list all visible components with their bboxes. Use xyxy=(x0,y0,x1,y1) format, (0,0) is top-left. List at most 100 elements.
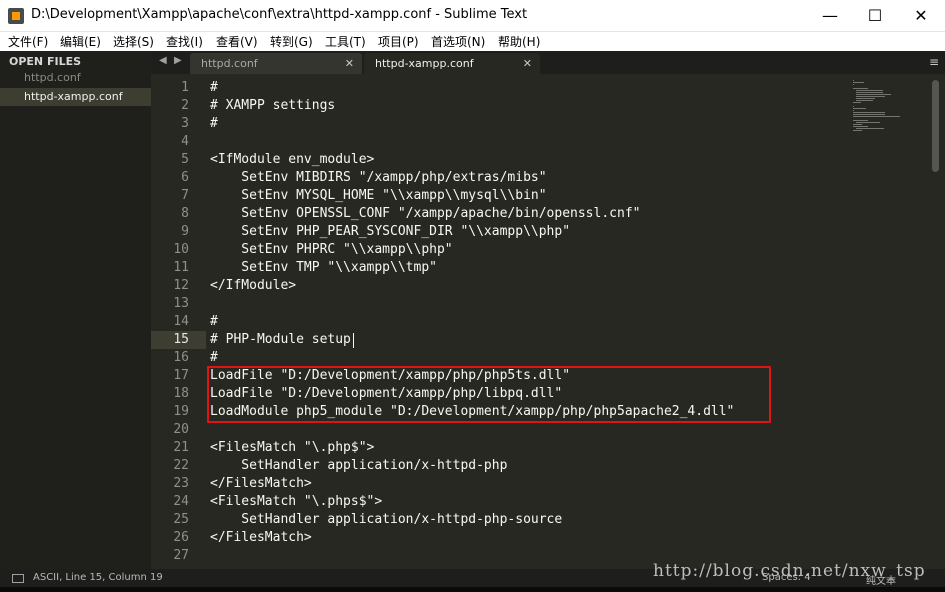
line-number: 7 xyxy=(181,188,189,203)
window-title: D:\Development\Xampp\apache\conf\extra\h… xyxy=(31,7,528,22)
line-number: 2 xyxy=(181,98,189,113)
code-line[interactable]: <FilesMatch "\.phps$"> xyxy=(210,493,382,511)
panel-toggle-icon[interactable] xyxy=(12,574,24,583)
code-line[interactable]: SetEnv OPENSSL_CONF "/xampp/apache/bin/o… xyxy=(210,205,640,223)
code-line[interactable]: # xyxy=(210,349,218,367)
highlight-annotation-box xyxy=(207,366,771,423)
code-line[interactable]: <FilesMatch "\.php$"> xyxy=(210,439,374,457)
line-number: 6 xyxy=(181,170,189,185)
line-number: 3 xyxy=(181,116,189,131)
line-number: 15 xyxy=(173,332,189,347)
line-number: 23 xyxy=(173,476,189,491)
tab-close-icon[interactable]: ✕ xyxy=(345,53,354,74)
tab-httpd-conf[interactable]: httpd.conf ✕ xyxy=(190,53,362,74)
line-number: 26 xyxy=(173,530,189,545)
tab-scroll-right-icon[interactable]: ▶ xyxy=(174,55,182,66)
minimize-button[interactable]: — xyxy=(807,0,853,31)
minimap-line xyxy=(853,84,854,85)
minimap-line xyxy=(855,96,886,97)
minimap-line xyxy=(853,126,869,127)
menu-project[interactable]: 项目(P) xyxy=(378,33,419,50)
code-line[interactable]: # xyxy=(210,313,218,331)
minimap-line xyxy=(853,130,863,131)
title-bar: D:\Development\Xampp\apache\conf\extra\h… xyxy=(0,0,945,32)
line-number: 19 xyxy=(173,404,189,419)
line-number: 8 xyxy=(181,206,189,221)
menu-preferences[interactable]: 首选项(N) xyxy=(431,33,485,50)
code-line[interactable]: </IfModule> xyxy=(210,277,296,295)
watermark-url: http://blog.csdn.net/nxw_tsp xyxy=(653,561,926,581)
code-line[interactable]: </FilesMatch> xyxy=(210,529,312,547)
menu-selection[interactable]: 选择(S) xyxy=(113,33,154,50)
sidebar: OPEN FILES httpd.conf httpd-xampp.conf xyxy=(0,51,151,569)
code-area[interactable]: # # XAMPP settings # <IfModule env_module> … xyxy=(210,74,835,569)
line-number: 24 xyxy=(173,494,189,509)
tab-scroll-left-icon[interactable]: ◀ xyxy=(159,55,167,66)
menu-edit[interactable]: 编辑(E) xyxy=(60,33,101,50)
code-line[interactable]: SetEnv MIBDIRS "/xampp/php/extras/mibs" xyxy=(210,169,546,187)
code-line[interactable]: # PHP-Module setup xyxy=(210,331,351,349)
line-number: 16 xyxy=(173,350,189,365)
tab-list-menu-icon[interactable]: ≡ xyxy=(929,55,939,69)
minimap-line xyxy=(853,114,885,115)
menu-file[interactable]: 文件(F) xyxy=(8,33,48,50)
minimap-line xyxy=(853,116,900,117)
sublime-app-icon xyxy=(8,8,24,24)
code-line[interactable]: # xyxy=(210,79,218,97)
menu-find[interactable]: 查找(I) xyxy=(166,33,203,50)
editor-pane[interactable]: 1 2 3 4 5 6 7 8 9 10 11 12 13 14 15 16 17 18 19 20 21 22 23 24 2… xyxy=(151,74,945,569)
minimap-line xyxy=(855,92,884,93)
line-number: 20 xyxy=(173,422,189,437)
tab-httpd-xampp-conf[interactable]: httpd-xampp.conf ✕ xyxy=(364,53,540,74)
minimap-line xyxy=(853,102,861,103)
code-line[interactable]: SetEnv TMP "\\xampp\\tmp" xyxy=(210,259,437,277)
status-position: ASCII, Line 15, Column 19 xyxy=(33,572,163,583)
close-button[interactable]: ✕ xyxy=(898,0,944,31)
minimap-line xyxy=(855,98,875,99)
line-number: 12 xyxy=(173,278,189,293)
minimap-line xyxy=(855,128,885,129)
line-number: 4 xyxy=(181,134,189,149)
minimap-line xyxy=(853,108,866,109)
minimap-line xyxy=(853,124,863,125)
minimap-line xyxy=(855,94,892,95)
minimap-line xyxy=(853,106,854,107)
menu-view[interactable]: 查看(V) xyxy=(216,33,258,50)
code-line[interactable]: <IfModule env_module> xyxy=(210,151,374,169)
text-caret xyxy=(353,333,354,348)
line-number: 1 xyxy=(181,80,189,95)
sidebar-file-httpd-xampp-conf[interactable]: httpd-xampp.conf xyxy=(0,88,151,106)
code-line[interactable]: SetHandler application/x-httpd-php xyxy=(210,457,507,475)
tab-close-icon[interactable]: ✕ xyxy=(523,53,532,74)
vertical-scrollbar[interactable] xyxy=(932,80,939,172)
minimap-line xyxy=(853,110,854,111)
line-number: 9 xyxy=(181,224,189,239)
line-number: 18 xyxy=(173,386,189,401)
code-line[interactable]: SetHandler application/x-httpd-php-sourc… xyxy=(210,511,562,529)
line-number: 21 xyxy=(173,440,189,455)
minimap-line xyxy=(853,82,865,83)
code-line[interactable]: SetEnv PHP_PEAR_SYSCONF_DIR "\\xampp\\ph… xyxy=(210,223,570,241)
code-line[interactable]: # XAMPP settings xyxy=(210,97,335,115)
minimap-line xyxy=(853,120,868,121)
menu-goto[interactable]: 转到(G) xyxy=(270,33,313,50)
minimap-line xyxy=(855,90,884,91)
line-number: 25 xyxy=(173,512,189,527)
line-number: 17 xyxy=(173,368,189,383)
code-line[interactable]: </FilesMatch> xyxy=(210,475,312,493)
sidebar-file-httpd-conf[interactable]: httpd.conf xyxy=(0,69,151,87)
menu-tools[interactable]: 工具(T) xyxy=(325,33,366,50)
menu-help[interactable]: 帮助(H) xyxy=(498,33,540,50)
code-line[interactable]: SetEnv PHPRC "\\xampp\\php" xyxy=(210,241,452,259)
minimap[interactable] xyxy=(853,78,929,298)
code-line[interactable]: SetEnv MYSQL_HOME "\\xampp\\mysql\\bin" xyxy=(210,187,546,205)
minimap-line xyxy=(853,88,868,89)
minimap-line xyxy=(853,112,886,113)
line-number: 11 xyxy=(173,260,189,275)
code-line[interactable]: # xyxy=(210,115,218,133)
line-number: 5 xyxy=(181,152,189,167)
line-number: 22 xyxy=(173,458,189,473)
line-number: 27 xyxy=(173,548,189,563)
maximize-button[interactable]: ☐ xyxy=(852,0,898,31)
tab-label: httpd-xampp.conf xyxy=(375,57,474,70)
